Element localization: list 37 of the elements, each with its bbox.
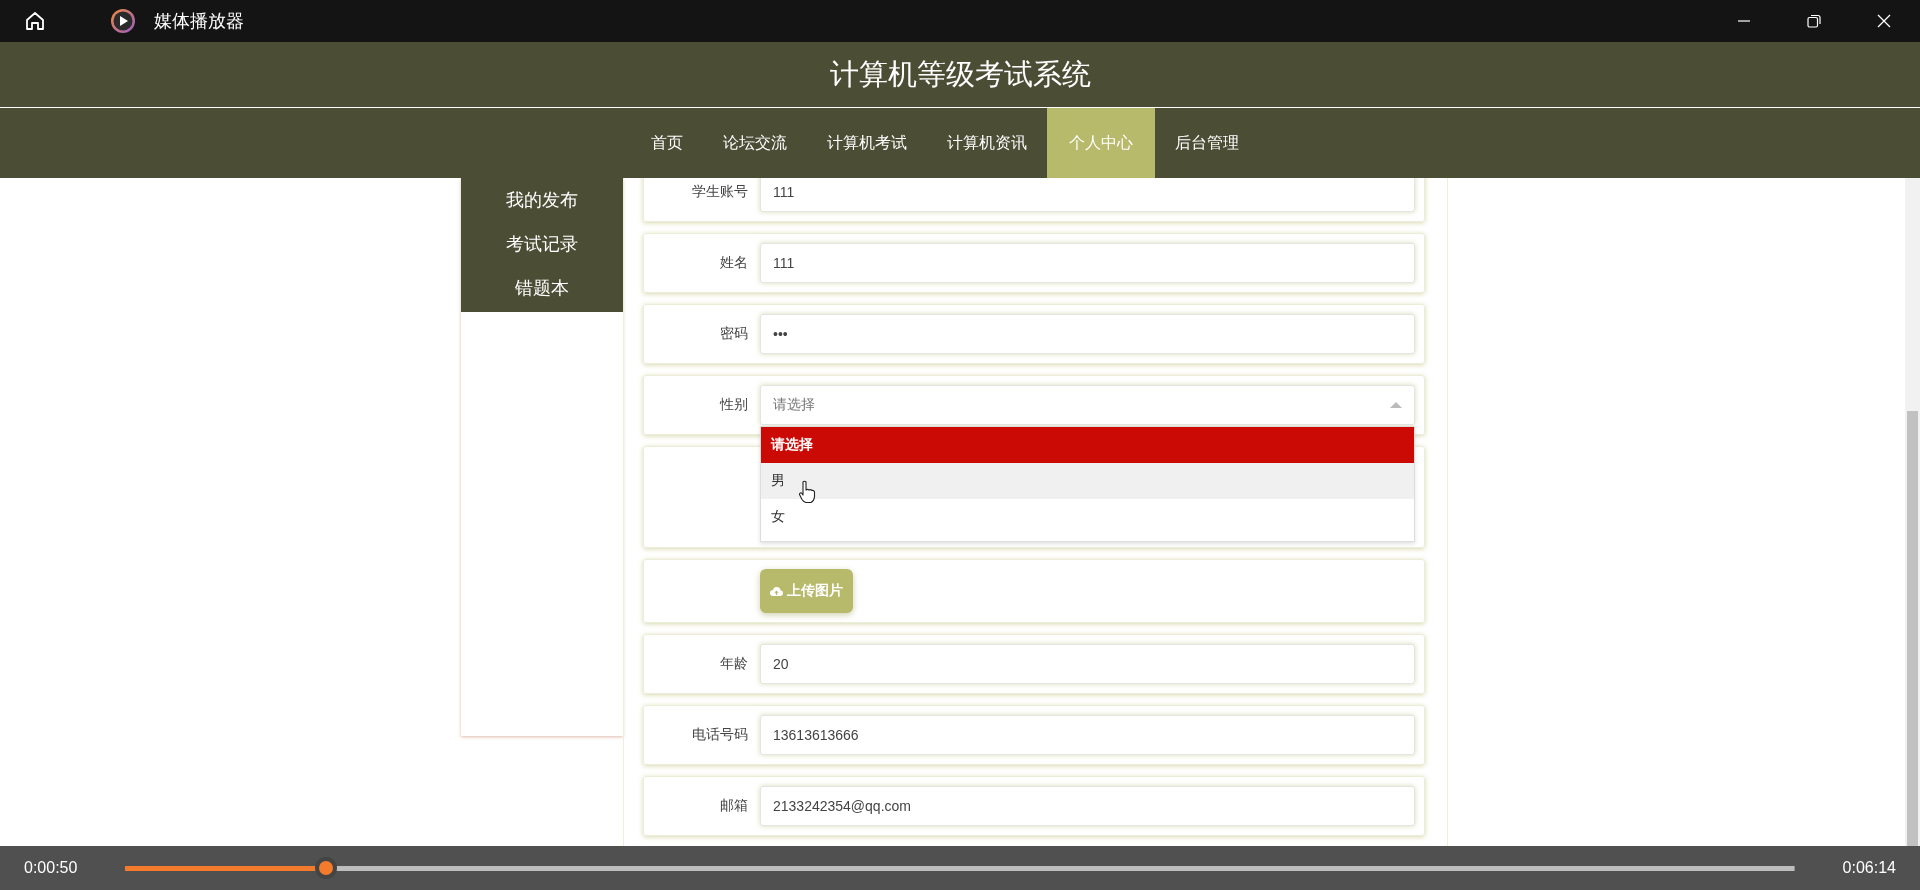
input-field[interactable]: 111 — [760, 178, 1415, 212]
input-field[interactable]: ••• — [760, 314, 1415, 354]
input-field[interactable]: 111 — [760, 243, 1415, 283]
play-icon — [110, 8, 136, 34]
field-label: 年龄 — [719, 655, 748, 673]
field-label: 密码 — [719, 325, 748, 343]
nav-tab[interactable]: 首页 — [631, 108, 703, 178]
site-title: 计算机等级考试系统 — [829, 56, 1091, 92]
select-field[interactable]: 请选择 — [760, 385, 1415, 425]
sidebar-item[interactable]: 我的发布 — [461, 178, 623, 222]
caret-icon — [1390, 402, 1402, 408]
nav-tab[interactable]: 计算机资讯 — [927, 108, 1047, 178]
nav-tab[interactable]: 后台管理 — [1155, 108, 1259, 178]
elapsed-time: 0:00:50 — [24, 859, 78, 877]
input-field[interactable]: 13613613666 — [760, 715, 1415, 755]
restore-icon[interactable] — [1806, 13, 1822, 29]
close-icon[interactable] — [1876, 13, 1892, 29]
field-label: 姓名 — [719, 254, 748, 272]
field-label: 学生账号 — [691, 183, 748, 201]
sidebar-item[interactable]: 考试记录 — [461, 222, 623, 266]
seek-handle[interactable] — [314, 857, 337, 879]
total-time: 0:06:14 — [1842, 859, 1896, 877]
home-icon[interactable] — [24, 10, 46, 32]
dropdown-option[interactable]: 女 — [761, 499, 1414, 535]
input-field[interactable]: 2133242354@qq.com — [760, 786, 1415, 826]
hand-cursor-icon — [798, 480, 816, 504]
sidebar-item[interactable]: 错题本 — [461, 266, 623, 310]
cloud-upload-icon — [770, 585, 783, 597]
nav-tab[interactable]: 论坛交流 — [703, 108, 807, 178]
nav-tab[interactable]: 计算机考试 — [807, 108, 927, 178]
window-title: 媒体播放器 — [154, 10, 244, 33]
dropdown-option[interactable]: 请选择 — [761, 427, 1414, 463]
field-label: 电话号码 — [691, 726, 748, 744]
dropdown-option[interactable]: 男 — [761, 463, 1414, 499]
field-label: 邮箱 — [719, 797, 748, 815]
field-label: 性别 — [718, 396, 748, 414]
input-field[interactable]: 20 — [760, 644, 1415, 684]
